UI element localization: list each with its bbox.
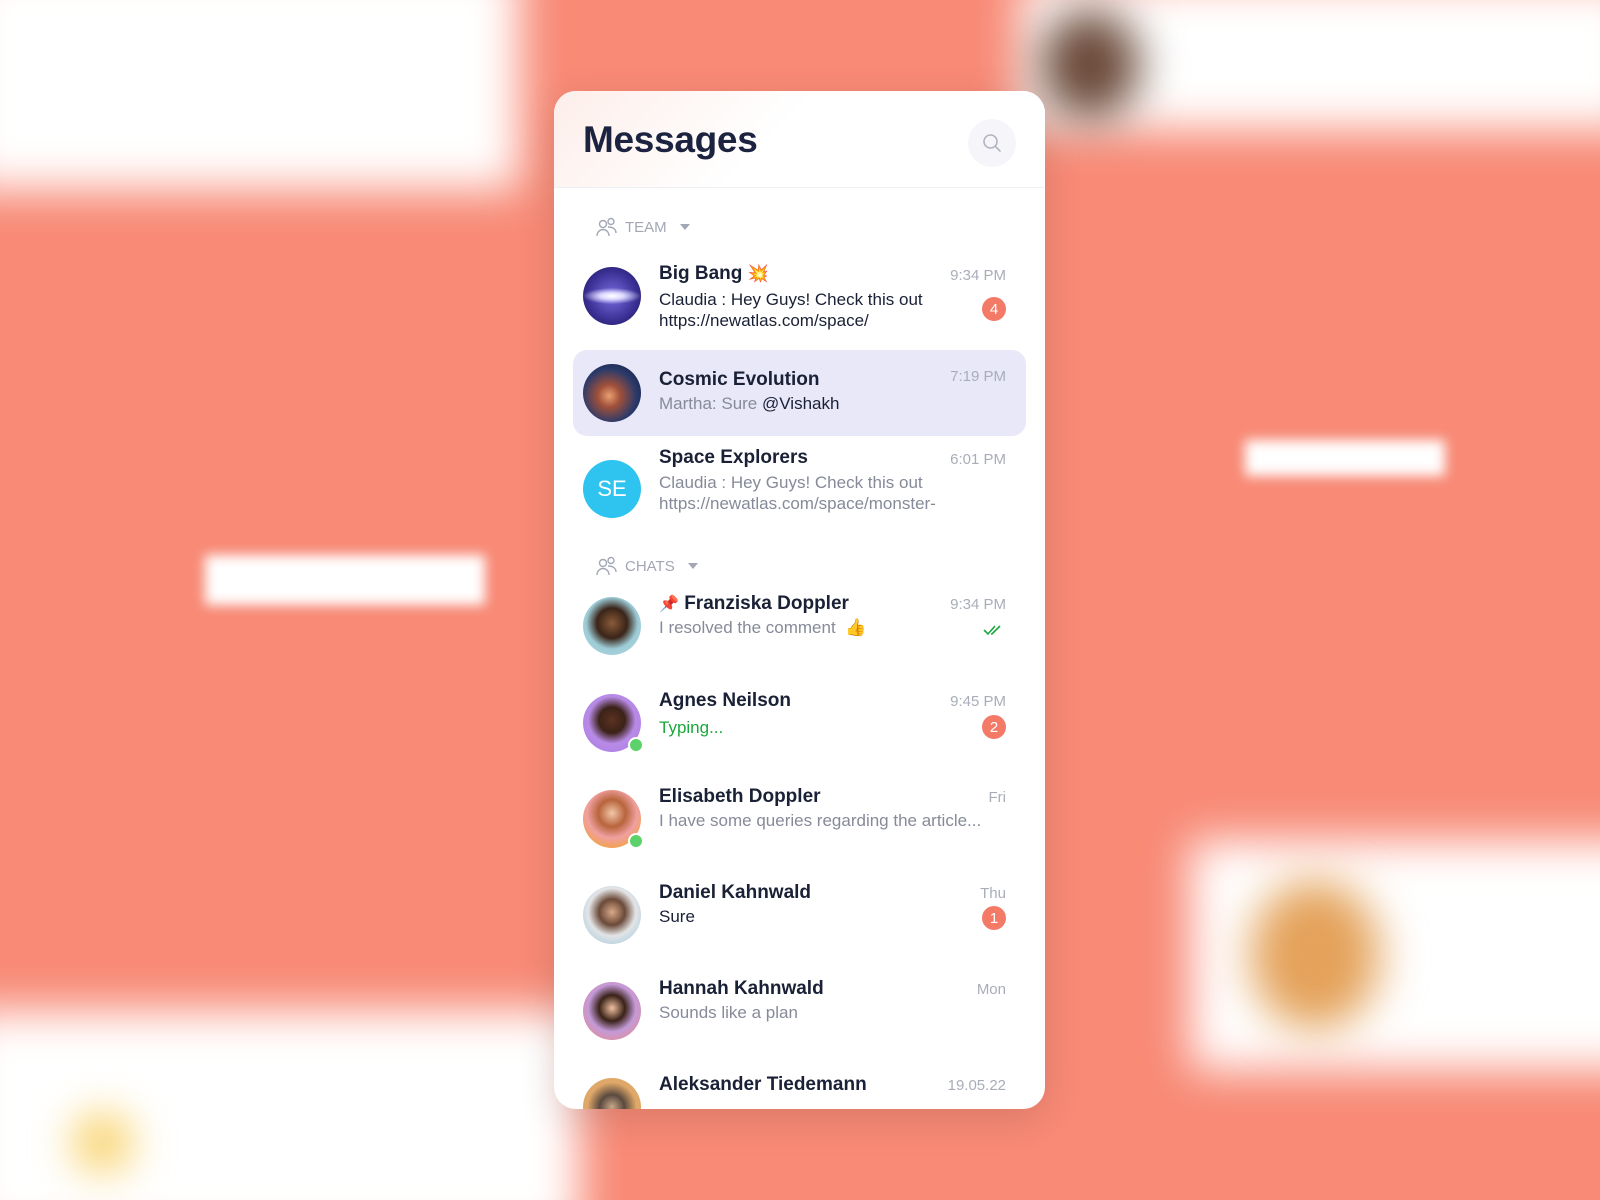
conversation-name: Big Bang: [659, 263, 743, 284]
thumbs-up-emoji: 👍: [845, 618, 867, 637]
avatar-initials: SE: [583, 460, 641, 518]
message-preview: I resolved the comment: [659, 618, 836, 637]
users-icon: [596, 556, 617, 576]
conversation-name: Agnes Neilson: [659, 690, 791, 711]
timestamp: Mon: [976, 981, 1006, 998]
avatar: [583, 982, 641, 1040]
section-label: TEAM: [625, 218, 667, 236]
message-preview: Sounds like a plan: [659, 1003, 798, 1022]
conversation-hannah-kahnwald[interactable]: Hannah Kahnwald Sounds like a plan Mon: [573, 969, 1026, 1055]
timestamp: 9:34 PM: [950, 596, 1006, 613]
page-title: Messages: [583, 119, 758, 160]
users-icon: [596, 217, 617, 237]
timestamp: Fri: [988, 789, 1007, 806]
search-button[interactable]: [968, 119, 1016, 167]
conversation-aleksander-tiedemann[interactable]: Aleksander Tiedemann 19.05.22: [573, 1065, 1026, 1109]
conversation-daniel-kahnwald[interactable]: Daniel Kahnwald Sure Thu 1: [573, 873, 1026, 959]
mention: @Vishakh: [762, 394, 840, 413]
section-chats-toggle[interactable]: CHATS: [596, 556, 698, 576]
caret-down-icon: [679, 224, 690, 230]
online-indicator: [628, 737, 644, 753]
timestamp: 9:34 PM: [950, 267, 1006, 284]
unread-badge: 2: [982, 715, 1006, 739]
caret-down-icon: [687, 563, 698, 569]
conversation-cosmic-evolution[interactable]: Cosmic Evolution Martha: Sure @Vishakh 7…: [573, 350, 1026, 436]
conversation-space-explorers[interactable]: SE Space Explorers Claudia : Hey Guys! C…: [573, 447, 1026, 533]
message-preview: Claudia : Hey Guys! Check this out: [659, 290, 923, 309]
conversation-name: Cosmic Evolution: [659, 369, 820, 390]
message-preview: I have some queries regarding the articl…: [659, 811, 982, 830]
message-preview: Sure: [659, 907, 695, 926]
message-preview-line2: https://newatlas.com/space/monster-: [659, 494, 936, 513]
conversation-agnes-neilson[interactable]: Agnes Neilson Typing... 9:45 PM 2: [573, 681, 1026, 767]
message-preview: Claudia : Hey Guys! Check this out: [659, 473, 923, 492]
avatar: [583, 886, 641, 944]
avatar: [583, 267, 641, 325]
conversation-name: Aleksander Tiedemann: [659, 1074, 867, 1095]
conversation-name: Franziska Doppler: [684, 593, 849, 614]
conversation-name: Daniel Kahnwald: [659, 882, 812, 903]
conversation-big-bang[interactable]: Big Bang 💥 Claudia : Hey Guys! Check thi…: [573, 253, 1026, 339]
typing-indicator: Typing...: [659, 718, 724, 737]
message-preview-line2: https://newatlas.com/space/: [659, 311, 869, 330]
timestamp: 7:19 PM: [950, 368, 1006, 385]
header: Messages: [554, 91, 1045, 188]
conversation-name: Hannah Kahnwald: [659, 978, 824, 999]
timestamp: 6:01 PM: [950, 451, 1006, 468]
unread-badge: 4: [982, 297, 1006, 321]
section-team-toggle[interactable]: TEAM: [596, 217, 690, 237]
pin-icon: 📌: [659, 596, 679, 613]
timestamp: 19.05.22: [947, 1077, 1006, 1094]
double-check-icon: [983, 625, 1001, 636]
conversation-name: Elisabeth Doppler: [659, 786, 821, 807]
messages-panel: Messages TEAM Big Bang 💥 Claudia : Hey G…: [554, 91, 1045, 1109]
timestamp: 9:45 PM: [950, 693, 1006, 710]
unread-badge: 1: [982, 906, 1006, 930]
search-icon: [983, 134, 1001, 152]
conversation-name: Space Explorers: [659, 447, 808, 468]
timestamp: Thu: [980, 885, 1006, 902]
message-preview: Martha: Sure: [659, 394, 762, 413]
avatar: [583, 597, 641, 655]
collision-emoji: 💥: [747, 264, 769, 283]
online-indicator: [628, 833, 644, 849]
conversation-franziska-doppler[interactable]: 📌 Franziska Doppler I resolved the comme…: [573, 584, 1026, 670]
avatar: [583, 1078, 641, 1109]
avatar: [583, 364, 641, 422]
conversation-elisabeth-doppler[interactable]: Elisabeth Doppler I have some queries re…: [573, 777, 1026, 863]
section-label: CHATS: [625, 557, 675, 575]
